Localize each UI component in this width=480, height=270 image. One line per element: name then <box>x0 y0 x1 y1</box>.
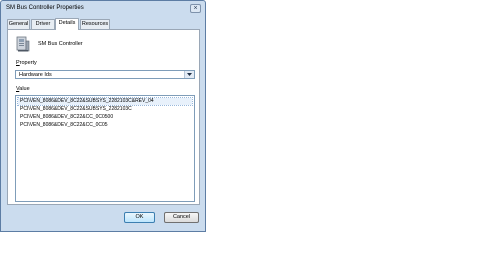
ok-button[interactable]: OK <box>124 212 155 223</box>
value-label: Value <box>16 86 30 92</box>
list-item[interactable]: PCI\VEN_8086&DEV_8C22&SUBSYS_2282103C&RE… <box>17 97 193 106</box>
tab-details[interactable]: Details <box>55 18 79 30</box>
list-item[interactable]: PCI\VEN_8086&DEV_8C22&SUBSYS_2282103C <box>18 106 192 113</box>
tab-resources[interactable]: Resources <box>80 19 110 29</box>
close-button[interactable]: × <box>190 4 201 13</box>
title-bar[interactable]: SM Bus Controller Properties × <box>1 1 205 16</box>
tab-general[interactable]: General <box>7 19 30 29</box>
cancel-button[interactable]: Cancel <box>164 212 199 223</box>
details-panel: SM Bus Controller Property Hardware Ids … <box>7 29 200 205</box>
value-list[interactable]: PCI\VEN_8086&DEV_8C22&SUBSYS_2282103C&RE… <box>15 95 195 202</box>
property-dropdown[interactable]: Hardware Ids <box>15 70 195 79</box>
list-item[interactable]: PCI\VEN_8086&DEV_8C22&CC_0C0500 <box>18 114 192 121</box>
device-icon <box>16 36 30 52</box>
property-dropdown-value: Hardware Ids <box>19 72 52 78</box>
device-name: SM Bus Controller <box>38 41 83 47</box>
properties-dialog: SM Bus Controller Properties × General D… <box>0 0 206 232</box>
chevron-down-icon[interactable] <box>184 71 194 78</box>
tab-driver[interactable]: Driver <box>31 19 55 29</box>
property-label: Property <box>16 60 37 66</box>
property-label-rest: roperty <box>19 60 37 66</box>
window-title: SM Bus Controller Properties <box>6 5 84 11</box>
value-label-rest: alue <box>19 86 30 92</box>
list-item[interactable]: PCI\VEN_8086&DEV_8C22&CC_0C05 <box>18 122 192 129</box>
